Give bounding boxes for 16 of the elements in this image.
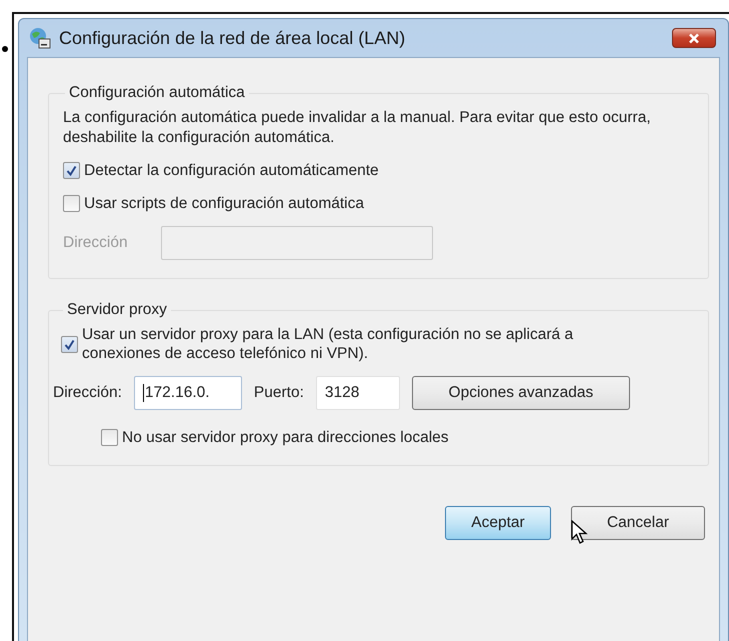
group-title: Configuración automática <box>68 84 246 102</box>
checkbox-label: Usar un servidor proxy para la LAN (esta configuración no se aplicará a conexiones de acceso telefónico ni VPN). <box>82 325 574 364</box>
field-label: Puerto: <box>254 384 304 402</box>
field-label: Dirección <box>63 234 129 252</box>
dialog-button[interactable]: Cancelar <box>571 506 705 540</box>
dialog-button[interactable]: Aceptar <box>445 506 551 540</box>
advanced-options-button[interactable]: Opciones avanzadas <box>412 376 630 410</box>
window-title: Configuración de la red de área local (LAN) <box>59 28 406 48</box>
description-text: La configuración automática puede invalidar a la manual. Para evitar que esto ocurra, deshabilite la configuración automática. <box>63 108 652 148</box>
checkbox-label: Usar scripts de configuración automática <box>84 194 364 214</box>
checkbox-label: No usar servidor proxy para direcciones locales <box>122 428 449 448</box>
port-field[interactable]: 3128 <box>316 376 400 410</box>
checkbox-label: Detectar la configuración automáticamente <box>84 161 379 181</box>
group-title: Servidor proxy <box>66 301 168 320</box>
address-field[interactable]: 172.16.0. <box>134 376 242 410</box>
field-label: Dirección: <box>53 384 122 402</box>
